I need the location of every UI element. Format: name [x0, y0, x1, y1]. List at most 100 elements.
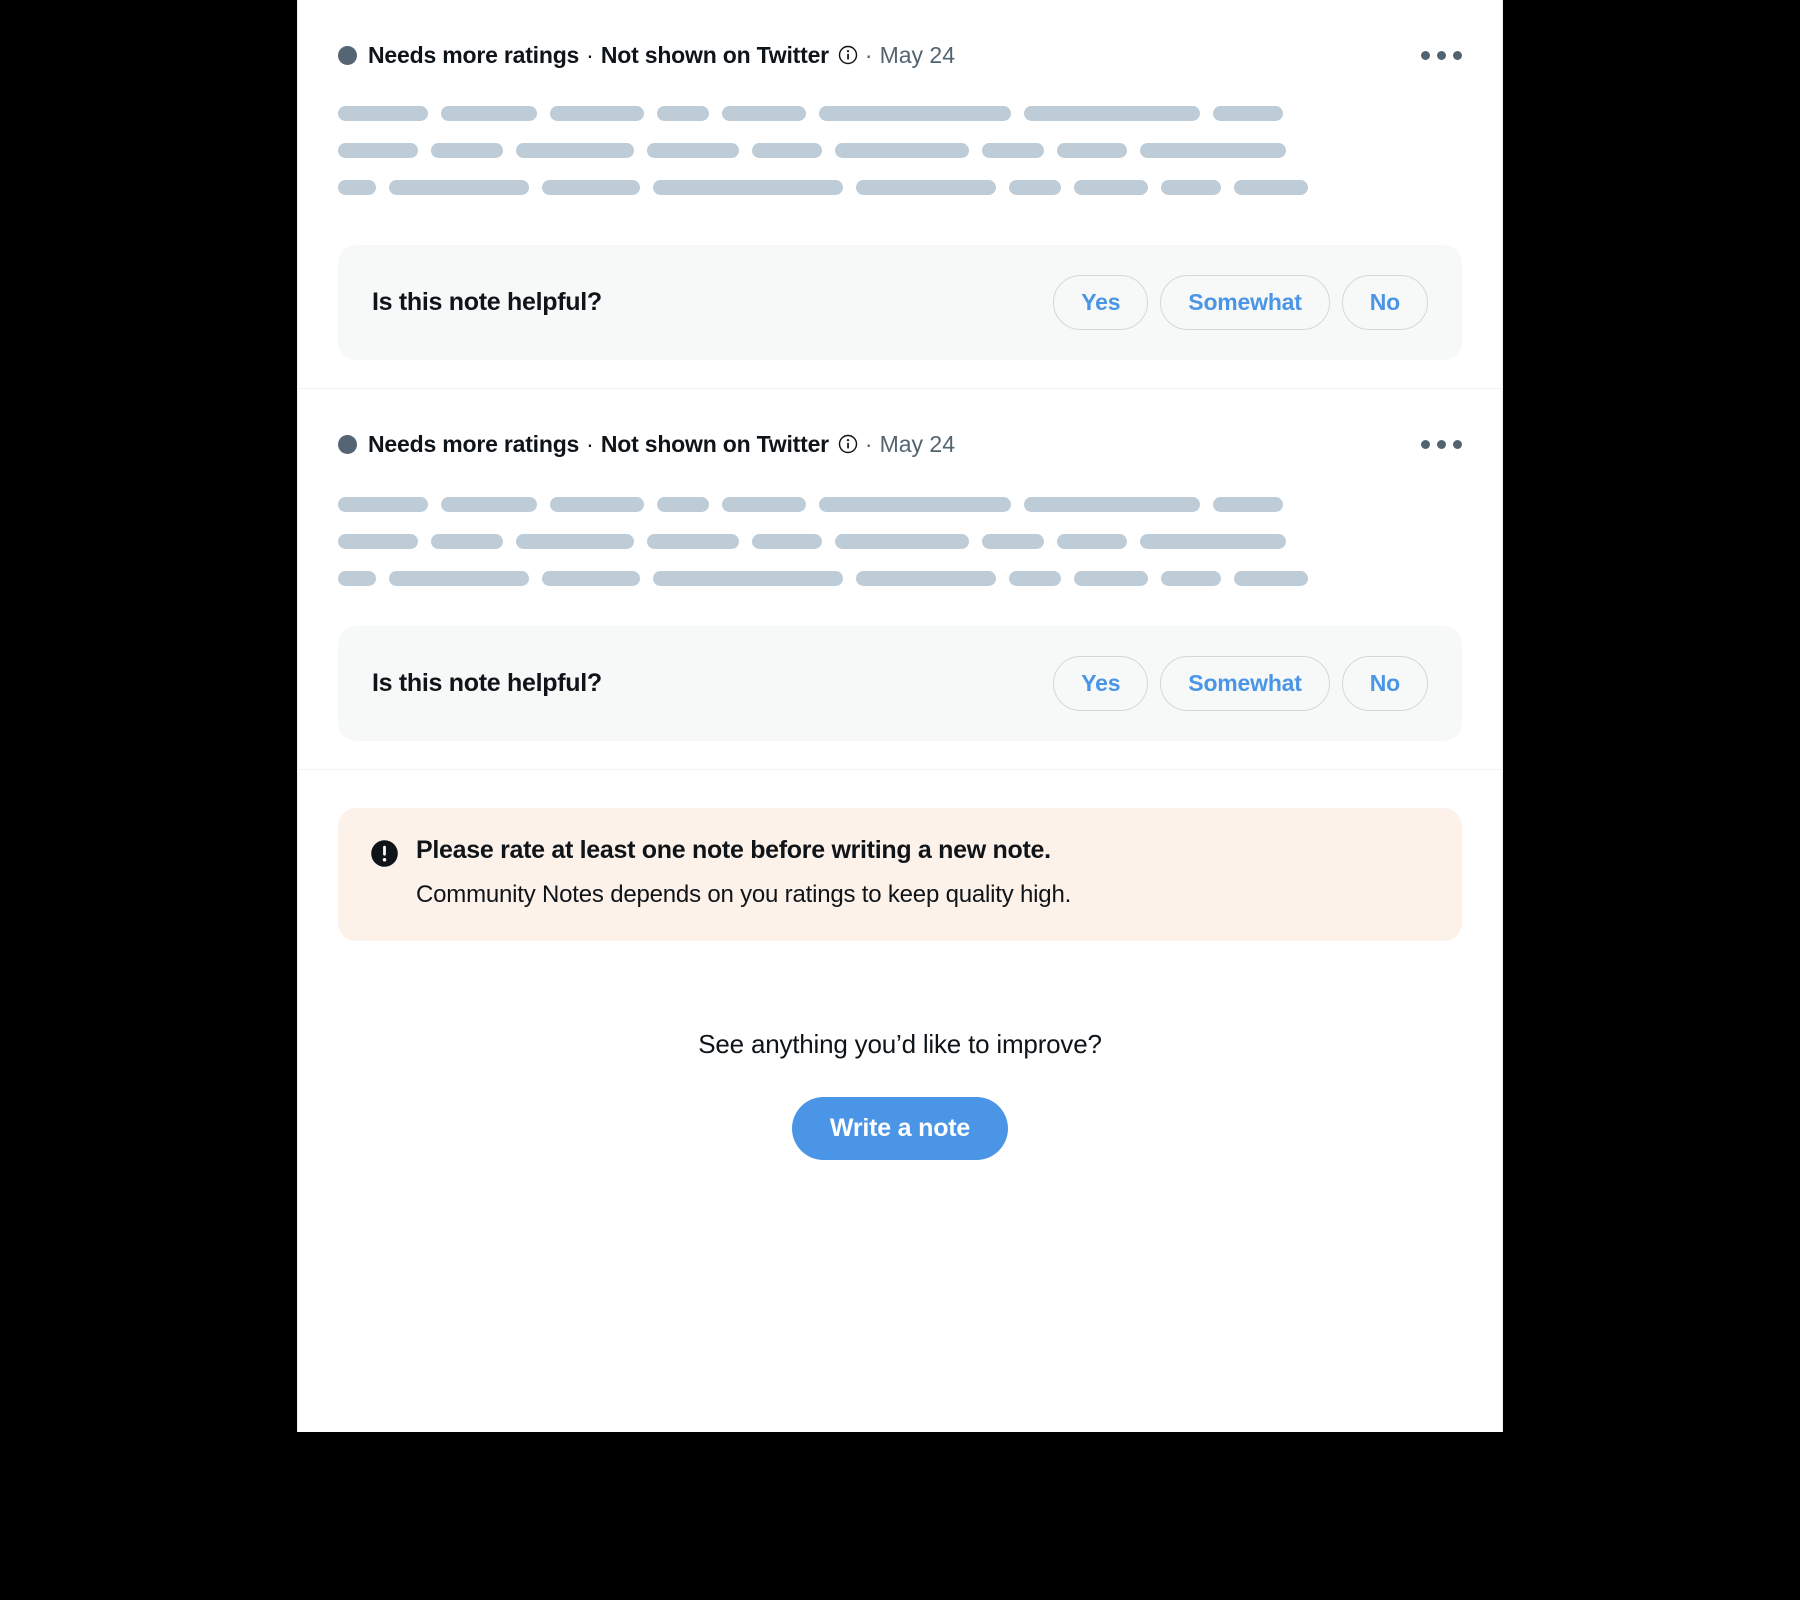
skeleton-row [338, 571, 1462, 586]
skeleton-bar [338, 143, 418, 158]
info-circle-icon[interactable] [838, 45, 858, 65]
skeleton-bar [856, 180, 996, 195]
skeleton-bar [441, 497, 537, 512]
skeleton-bar [1234, 180, 1308, 195]
skeleton-bar [1213, 497, 1283, 512]
skeleton-bar [657, 106, 709, 121]
skeleton-bar [653, 180, 843, 195]
rate-somewhat-button[interactable]: Somewhat [1160, 656, 1330, 711]
exclamation-circle-icon [371, 840, 398, 867]
rate-no-button[interactable]: No [1341, 275, 1428, 330]
skeleton-bar [1057, 534, 1127, 549]
skeleton-bar [516, 534, 634, 549]
helpful-question: Is this note helpful? [372, 288, 602, 316]
info-circle-icon[interactable] [838, 434, 858, 454]
skeleton-bar [1140, 534, 1286, 549]
skeleton-bar [542, 571, 640, 586]
skeleton-bar [441, 106, 537, 121]
skeleton-bar [835, 143, 969, 158]
note-visibility-label: Not shown on Twitter [600, 430, 829, 457]
skeleton-bar [722, 497, 806, 512]
screen-root: Needs more ratings · Not shown on Twitte… [0, 0, 1800, 1600]
helpful-question: Is this note helpful? [372, 669, 602, 697]
skeleton-bar [1074, 571, 1148, 586]
skeleton-bar [1161, 180, 1221, 195]
rate-first-warning-banner: Please rate at least one note before wri… [338, 808, 1462, 942]
skeleton-bar [1057, 143, 1127, 158]
skeleton-row [338, 534, 1462, 549]
skeleton-bar [1234, 571, 1308, 586]
skeleton-bar [338, 180, 376, 195]
skeleton-bar [1213, 106, 1283, 121]
skeleton-bar [389, 180, 529, 195]
skeleton-bar [431, 143, 503, 158]
rate-yes-button[interactable]: Yes [1053, 656, 1149, 711]
skeleton-bar [819, 106, 1011, 121]
skeleton-row [338, 180, 1462, 195]
warning-subtitle: Community Notes depends on you ratings t… [416, 880, 1072, 908]
header-separator: · [586, 430, 594, 457]
status-dot-icon [338, 434, 357, 454]
rate-yes-button[interactable]: Yes [1053, 275, 1149, 330]
warning-text-group: Please rate at least one note before wri… [416, 834, 1071, 911]
skeleton-bar [722, 106, 806, 121]
skeleton-bar [1074, 180, 1148, 195]
skeleton-bar [338, 534, 418, 549]
skeleton-bar [431, 534, 503, 549]
header-separator: · [586, 41, 594, 68]
skeleton-bar [657, 497, 709, 512]
skeleton-bar [338, 571, 376, 586]
skeleton-bar [647, 143, 739, 158]
more-horizontal-icon[interactable] [1418, 427, 1462, 461]
status-dot-icon [338, 45, 357, 65]
note-status-label: Needs more ratings [368, 430, 580, 457]
rating-buttons-group: Yes Somewhat No [1053, 275, 1428, 330]
skeleton-row [338, 497, 1462, 512]
note-visibility-label: Not shown on Twitter [600, 41, 829, 68]
note-card: Needs more ratings · Not shown on Twitte… [298, 389, 1502, 770]
skeleton-bar [1161, 571, 1221, 586]
warning-section: Please rate at least one note before wri… [298, 770, 1502, 942]
warning-title: Please rate at least one note before wri… [416, 836, 1051, 864]
skeleton-row [338, 143, 1462, 158]
skeleton-bar [647, 534, 739, 549]
community-notes-feed-card: Needs more ratings · Not shown on Twitte… [297, 0, 1503, 1432]
note-status-label: Needs more ratings [368, 41, 580, 68]
helpful-prompt-box: Is this note helpful? Yes Somewhat No [338, 626, 1462, 741]
helpful-prompt-box: Is this note helpful? Yes Somewhat No [338, 245, 1462, 360]
skeleton-bar [389, 571, 529, 586]
skeleton-bar [338, 106, 428, 121]
note-body-skeleton [338, 72, 1462, 195]
skeleton-bar [550, 106, 644, 121]
note-body-skeleton [338, 461, 1462, 586]
skeleton-bar [550, 497, 644, 512]
skeleton-bar [856, 571, 996, 586]
skeleton-bar [1024, 106, 1200, 121]
cta-prompt-text: See anything you’d like to improve? [698, 1029, 1102, 1060]
skeleton-bar [1024, 497, 1200, 512]
rate-somewhat-button[interactable]: Somewhat [1160, 275, 1330, 330]
skeleton-bar [752, 143, 822, 158]
note-date: May 24 [879, 41, 956, 68]
header-separator-2: · [864, 430, 873, 457]
skeleton-bar [752, 534, 822, 549]
skeleton-bar [982, 143, 1044, 158]
skeleton-bar [516, 143, 634, 158]
write-a-note-button[interactable]: Write a note [791, 1097, 1009, 1161]
skeleton-row [338, 106, 1462, 121]
note-date: May 24 [879, 430, 956, 457]
skeleton-bar [542, 180, 640, 195]
skeleton-bar [819, 497, 1011, 512]
more-horizontal-icon[interactable] [1418, 38, 1462, 72]
rate-no-button[interactable]: No [1341, 656, 1428, 711]
skeleton-bar [1009, 571, 1061, 586]
skeleton-bar [653, 571, 843, 586]
write-note-cta-section: See anything you’d like to improve? Writ… [298, 941, 1502, 1161]
note-card: Needs more ratings · Not shown on Twitte… [298, 0, 1502, 389]
rating-buttons-group: Yes Somewhat No [1053, 656, 1428, 711]
skeleton-bar [982, 534, 1044, 549]
note-header: Needs more ratings · Not shown on Twitte… [338, 38, 1462, 72]
skeleton-bar [835, 534, 969, 549]
skeleton-bar [1009, 180, 1061, 195]
skeleton-bar [1140, 143, 1286, 158]
